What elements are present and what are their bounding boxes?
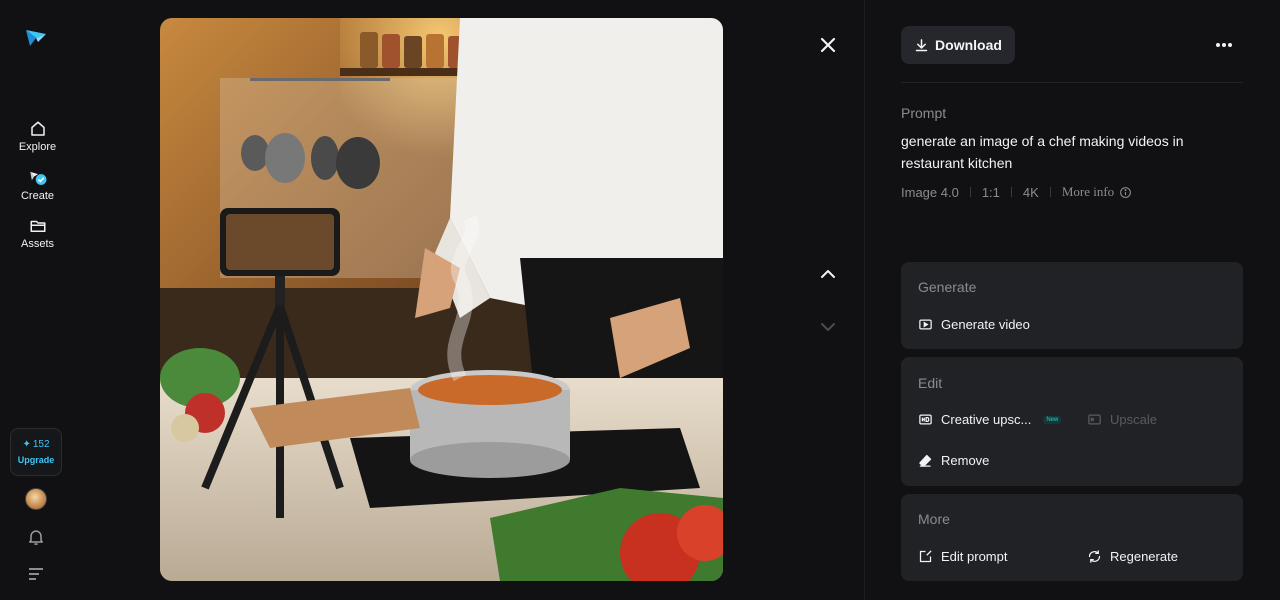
app-root: Explore Create Assets ✦ 152 Upgrade Down…: [0, 0, 1280, 600]
meta-separator: [1049, 187, 1051, 197]
avatar[interactable]: [25, 488, 47, 510]
more-card: More Edit prompt Regenerate: [901, 494, 1243, 581]
upscale-label: Upscale: [1110, 412, 1157, 427]
more-info-link[interactable]: More info: [1062, 184, 1132, 200]
download-icon: [915, 38, 928, 51]
upscale-button[interactable]: Upscale: [1087, 412, 1157, 427]
upgrade-label: Upgrade: [17, 455, 55, 465]
nav-assets[interactable]: Assets: [0, 216, 75, 250]
edit-card: Edit Creative upsc... New Upscale Remove: [901, 357, 1243, 486]
edit-prompt-button[interactable]: Edit prompt: [918, 549, 1007, 564]
nav-create[interactable]: Create: [0, 168, 75, 202]
nav-create-label: Create: [20, 190, 55, 202]
nav-explore[interactable]: Explore: [0, 119, 75, 153]
creative-upscale-label: Creative upsc...: [941, 412, 1032, 427]
nav-assets-label: Assets: [20, 238, 54, 250]
chevron-up-icon[interactable]: [817, 264, 839, 284]
prompt-text: generate an image of a chef making video…: [901, 133, 1184, 171]
download-label: Download: [935, 37, 1002, 53]
edit-icon: [919, 550, 932, 563]
more-options-icon[interactable]: [1212, 34, 1236, 56]
model-name: Image 4.0: [901, 184, 959, 200]
chef-kitchen-illustration: [160, 18, 723, 581]
app-logo-icon[interactable]: [24, 26, 48, 50]
aspect-ratio: 1:1: [981, 184, 1000, 200]
chevron-down-icon[interactable]: [817, 317, 839, 337]
hd-icon: [919, 414, 932, 425]
edit-prompt-label: Edit prompt: [941, 549, 1008, 564]
new-badge: New: [1043, 415, 1062, 424]
menu-icon[interactable]: [27, 566, 45, 582]
credit-count-value: 152: [32, 439, 50, 450]
hd-icon: [1088, 414, 1101, 425]
image-meta: Image 4.0 1:1 4K More info: [901, 184, 1132, 200]
download-button[interactable]: Download: [901, 26, 1015, 64]
resolution: 4K: [1022, 184, 1039, 200]
panel-divider: [864, 0, 865, 600]
more-card-title: More: [918, 511, 950, 527]
header-divider: [901, 82, 1243, 83]
creative-upscale-button[interactable]: Creative upsc... New: [918, 412, 1062, 427]
create-icon: [28, 168, 48, 188]
sparkle-icon: ✦: [22, 439, 31, 450]
generate-card: Generate Generate video: [901, 262, 1243, 349]
remove-button[interactable]: Remove: [918, 453, 989, 468]
eraser-icon: [919, 454, 932, 467]
prompt-label: Prompt: [901, 105, 947, 121]
remove-label: Remove: [941, 453, 990, 468]
generated-image[interactable]: [160, 18, 723, 581]
left-sidebar: Explore Create Assets ✦ 152 Upgrade: [0, 0, 75, 600]
meta-separator: [1010, 187, 1012, 197]
credits-upgrade-button[interactable]: ✦ 152 Upgrade: [10, 428, 62, 476]
regenerate-button[interactable]: Regenerate: [1087, 549, 1178, 564]
home-icon: [28, 119, 48, 139]
credit-count: ✦ 152: [22, 439, 49, 450]
more-info-label: More info: [1061, 184, 1115, 199]
close-icon[interactable]: [816, 33, 840, 57]
info-icon: [1120, 186, 1132, 198]
nav-explore-label: Explore: [18, 141, 57, 153]
generate-video-button[interactable]: Generate video: [918, 317, 1030, 332]
generate-card-title: Generate: [918, 279, 977, 295]
refresh-icon: [1088, 550, 1101, 563]
regenerate-label: Regenerate: [1110, 549, 1178, 564]
bell-icon[interactable]: [26, 527, 46, 547]
video-icon: [919, 319, 932, 330]
folder-icon: [28, 216, 48, 236]
generate-video-label: Generate video: [941, 317, 1030, 332]
edit-card-title: Edit: [918, 375, 943, 391]
meta-separator: [969, 187, 971, 197]
